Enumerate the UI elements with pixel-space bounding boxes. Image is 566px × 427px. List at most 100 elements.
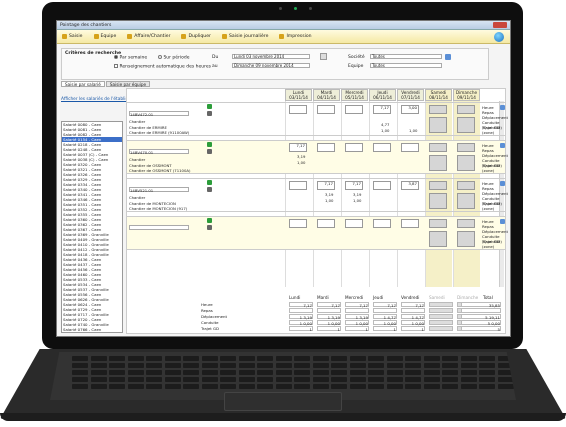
keyboard-key	[423, 370, 440, 375]
hours-input[interactable]: 7,17	[317, 181, 335, 190]
hours-input[interactable]	[289, 105, 307, 114]
hours-input[interactable]	[457, 219, 475, 228]
hours-input[interactable]	[401, 219, 419, 228]
summary-row: Déplacement 1 3,19 1 3,19 1 3,19 1 4,77 1 4,7…	[165, 314, 505, 320]
globe-icon[interactable]	[494, 32, 504, 42]
add-icon[interactable]	[207, 104, 212, 109]
chantier-code-field[interactable]	[129, 225, 189, 230]
summary-total: 5 0,00	[461, 320, 501, 326]
keyboard-key	[294, 356, 310, 361]
edit-icon[interactable]	[207, 111, 212, 116]
hours-input[interactable]: 3,87	[401, 181, 419, 190]
trash-icon[interactable]	[500, 181, 505, 186]
hours-input[interactable]	[345, 143, 363, 152]
hours-input[interactable]	[289, 219, 307, 228]
keyboard-key	[183, 356, 199, 361]
date-from-field[interactable]: Lundi 03 novembre 2014	[232, 54, 310, 59]
hours-input[interactable]: 3,00	[401, 105, 419, 114]
summary-value: 1 4,77	[373, 314, 397, 320]
add-icon[interactable]	[207, 218, 212, 223]
keyboard-key	[423, 356, 440, 361]
keyboard-key	[201, 370, 218, 375]
hours-input[interactable]	[429, 219, 447, 228]
keyboard-key	[479, 377, 495, 382]
hours-input[interactable]	[289, 181, 307, 190]
tab-saisie-salarie[interactable]: Saisie par salarié	[61, 81, 105, 87]
hours-input-sub[interactable]	[457, 155, 475, 171]
keyboard-key	[127, 384, 144, 389]
day-header: Vendredi 07/11/14	[397, 89, 424, 101]
hours-input-sub[interactable]	[429, 231, 447, 247]
hours-input[interactable]	[317, 219, 335, 228]
societe-select[interactable]: Toutes	[370, 54, 442, 59]
radio-semaine[interactable]: Par semaine	[114, 55, 147, 61]
edit-icon[interactable]	[207, 149, 212, 154]
hours-input-sub[interactable]	[457, 231, 475, 247]
trash-icon[interactable]	[500, 219, 505, 224]
tab-saisie-equipe[interactable]: Saisie par équipe	[105, 81, 151, 87]
keyboard-key	[368, 370, 384, 375]
edit-icon[interactable]	[207, 225, 212, 230]
toolbar-button-saisie-journali-re[interactable]: Saisie journalière	[221, 34, 268, 39]
hours-input[interactable]	[429, 143, 447, 152]
hours-input[interactable]: 7,17	[289, 143, 307, 152]
chantier-code-field[interactable]: 14BV470.01	[129, 149, 189, 155]
summary-value	[345, 308, 369, 313]
hours-input[interactable]	[457, 143, 475, 152]
trash-icon[interactable]	[500, 143, 505, 148]
hours-input[interactable]	[429, 105, 447, 114]
hours-input[interactable]	[317, 143, 335, 152]
summary-value: 1 0,00	[317, 320, 341, 326]
hours-input[interactable]	[373, 181, 391, 190]
hours-input[interactable]	[345, 105, 363, 114]
toolbar-button-impression[interactable]: Impression	[279, 34, 312, 39]
chantier-code-field[interactable]: 14BV521.01	[129, 187, 189, 193]
keyboard-key	[331, 356, 347, 361]
hours-input-sub[interactable]	[457, 193, 475, 209]
trash-icon[interactable]	[500, 105, 505, 110]
hours-input-sub[interactable]	[429, 193, 447, 209]
calendar-icon[interactable]	[320, 53, 327, 60]
employee-list-item[interactable]: Salarié 0870 - Flers	[62, 332, 122, 333]
hours-input[interactable]: 7,17	[373, 105, 391, 114]
hours-input[interactable]: 7,17	[345, 181, 363, 190]
laptop-edge	[0, 413, 566, 421]
chantier-code-field[interactable]: 14BV472.01	[129, 111, 189, 117]
hours-input-sub[interactable]	[457, 117, 475, 133]
keyboard-key	[183, 377, 199, 382]
toolbar-button-saisie[interactable]: Saisie	[62, 34, 83, 39]
summary-row: Trajet GD 1 1 1 1 1 5	[165, 326, 505, 332]
app-window: Pointage des chantiers Saisie Equipe Affai…	[56, 20, 511, 337]
toolbar-button-equipe[interactable]: Equipe	[93, 34, 116, 39]
hours-input[interactable]	[457, 181, 475, 190]
hours-input[interactable]	[373, 143, 391, 152]
keyboard-key	[405, 377, 421, 382]
hours-input[interactable]	[317, 105, 335, 114]
date-to-field[interactable]: Dimanche 09 novembre 2014	[232, 63, 310, 68]
hours-input[interactable]	[345, 219, 363, 228]
search-icon[interactable]	[445, 54, 451, 60]
toolbar-label: Saisie	[69, 34, 83, 39]
hours-input-sub[interactable]	[429, 117, 447, 133]
radio-periode[interactable]: Sur période	[158, 55, 190, 61]
add-icon[interactable]	[207, 180, 212, 185]
keyboard-key	[220, 363, 236, 368]
add-icon[interactable]	[207, 142, 212, 147]
keyboard-key	[220, 377, 236, 382]
toolbar-button-affaire-chantier[interactable]: Affaire/Chantier	[127, 34, 170, 39]
close-button[interactable]	[493, 22, 507, 28]
hours-input-sub[interactable]	[429, 155, 447, 171]
summary-value	[289, 308, 313, 313]
hours-input[interactable]	[457, 105, 475, 114]
edit-icon[interactable]	[207, 187, 212, 192]
toolbar-button-dupliquer[interactable]: Dupliquer	[181, 34, 211, 39]
auto-hours-checkbox[interactable]: Renseignement automatique des heures	[114, 64, 211, 70]
hours-input[interactable]	[373, 219, 391, 228]
keyboard-key	[238, 370, 255, 375]
hours-input[interactable]	[401, 143, 419, 152]
employee-list[interactable]: Salarié 0080 - Caen Salarié 0081 - Caen Sa…	[61, 121, 123, 333]
equipe-select[interactable]: Toutes	[370, 63, 442, 68]
keyboard-key	[479, 363, 495, 368]
keyboard-key	[312, 356, 329, 361]
hours-input[interactable]	[429, 181, 447, 190]
